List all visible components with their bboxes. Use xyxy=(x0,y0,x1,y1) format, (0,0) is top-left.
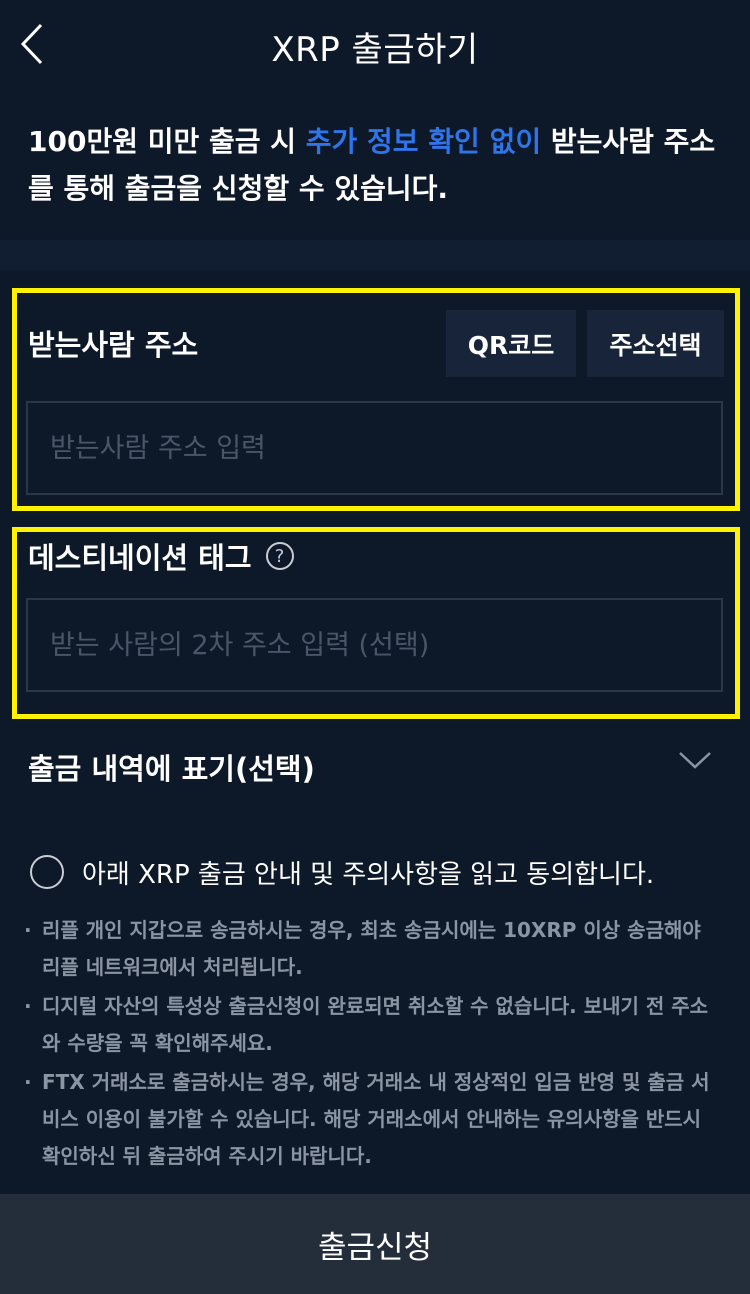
address-input[interactable] xyxy=(26,401,723,495)
section-divider xyxy=(0,240,750,270)
address-select-button[interactable]: 주소선택 xyxy=(587,310,724,377)
question-circle-icon[interactable]: ? xyxy=(265,542,294,570)
destination-tag-input[interactable] xyxy=(26,598,723,692)
agreement-radio[interactable] xyxy=(30,855,64,889)
notice-highlight: 추가 정보 확인 없이 xyxy=(305,125,542,158)
submit-withdraw-button[interactable]: 출금신청 xyxy=(0,1194,750,1294)
chevron-down-icon xyxy=(679,752,711,769)
notice-prefix: 100만원 미만 출금 시 xyxy=(28,125,306,158)
agreement-text: 아래 XRP 출금 안내 및 주의사항을 읽고 동의합니다. xyxy=(82,859,655,890)
header: XRP 출금하기 xyxy=(0,0,750,90)
destination-tag-header: 데스티네이션 태그 ? xyxy=(28,535,294,577)
destination-tag-label: 데스티네이션 태그 xyxy=(28,541,252,575)
withdraw-notice: 100만원 미만 출금 시 추가 정보 확인 없이 받는사람 주소를 통해 출금… xyxy=(28,118,728,212)
notes-list: 리플 개인 지갑으로 송금하시는 경우, 최초 송금시에는 10XRP 이상 송… xyxy=(24,912,724,1177)
memo-label: 출금 내역에 표기(선택) xyxy=(28,752,315,786)
page-title: XRP 출금하기 xyxy=(271,30,479,70)
address-label: 받는사람 주소 xyxy=(28,328,199,362)
memo-toggle[interactable]: 출금 내역에 표기(선택) xyxy=(0,728,750,808)
agreement-checkbox-row[interactable]: 아래 XRP 출금 안내 및 주의사항을 읽고 동의합니다. xyxy=(26,848,736,896)
note-item: 디지털 자산의 특성상 출금신청이 완료되면 취소할 수 없습니다. 보내기 전… xyxy=(24,988,724,1062)
note-item: FTX 거래소로 출금하시는 경우, 해당 거래소 내 정상적인 입금 반영 및… xyxy=(24,1064,724,1175)
note-item: 리플 개인 지갑으로 송금하시는 경우, 최초 송금시에는 10XRP 이상 송… xyxy=(24,912,724,986)
qr-code-button[interactable]: QR코드 xyxy=(446,310,576,377)
